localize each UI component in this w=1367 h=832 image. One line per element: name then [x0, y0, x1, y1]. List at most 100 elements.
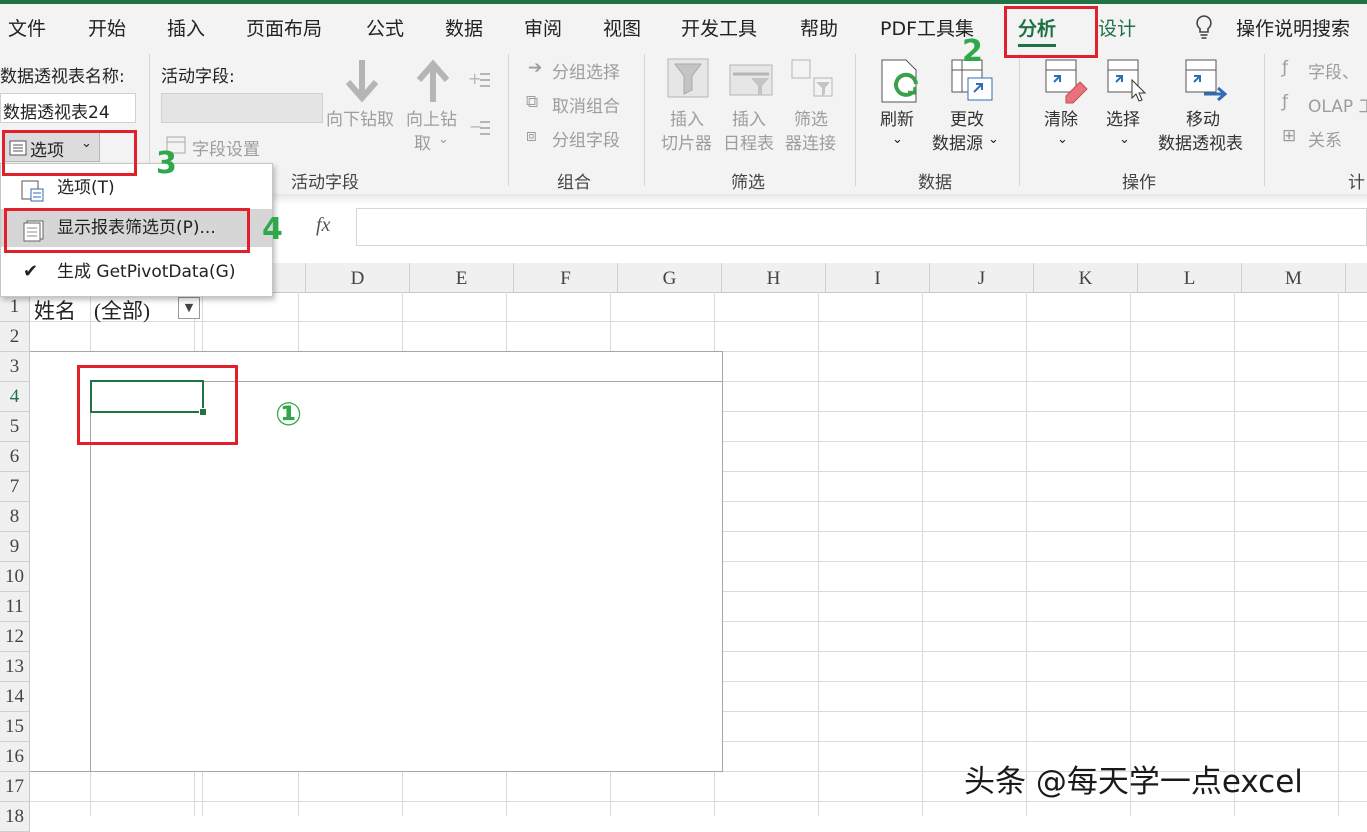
refresh-button[interactable]: 刷新 — [880, 108, 914, 132]
row-header[interactable]: 10 — [0, 562, 30, 592]
drill-up-button[interactable]: 向上钻 — [406, 108, 457, 132]
change-source-line2: 数据源 — [932, 134, 983, 154]
expand-field-icon[interactable]: + — [468, 69, 492, 96]
column-header-m[interactable]: M — [1242, 263, 1346, 292]
insert-slicer-line2: 切片器 — [661, 134, 712, 154]
field-settings-button[interactable]: 字段设置 — [192, 135, 260, 160]
relationships-button[interactable]: 关系 — [1308, 126, 1342, 151]
pivot-name-input[interactable]: 数据透视表24 — [0, 93, 136, 123]
group-divider — [508, 54, 509, 186]
row-header[interactable]: 13 — [0, 652, 30, 682]
move-pivot-button[interactable]: 移动 — [1186, 108, 1220, 132]
tell-me-search[interactable]: 操作说明搜索 — [1236, 14, 1350, 41]
fx-icon[interactable]: fx — [316, 214, 330, 237]
move-pivot-line2: 数据透视表 — [1158, 134, 1243, 154]
formula-input[interactable] — [356, 208, 1367, 246]
column-header-d[interactable]: D — [306, 263, 410, 292]
group-divider — [855, 54, 856, 186]
row-header[interactable]: 15 — [0, 712, 30, 742]
olap-icon: ƒ — [1282, 92, 1288, 112]
tab-data[interactable]: 数据 — [445, 14, 483, 41]
collapse-field-icon[interactable]: − — [468, 117, 492, 144]
column-header-h[interactable]: H — [722, 263, 826, 292]
row-header[interactable]: 18 — [0, 802, 30, 832]
actions-group-label: 操作 — [1122, 173, 1156, 193]
active-field-input[interactable] — [161, 93, 323, 123]
tab-home[interactable]: 开始 — [88, 14, 126, 41]
menu-item-generate-getpivotdata[interactable]: ✔ 生成 GetPivotData(G) — [1, 253, 272, 291]
tab-design[interactable]: 设计 — [1098, 14, 1136, 41]
filter-connections-button[interactable]: 筛选 — [794, 108, 828, 132]
column-header-f[interactable]: F — [514, 263, 618, 292]
row-header[interactable]: 12 — [0, 622, 30, 652]
annotation-box-report-filter-pages — [4, 208, 250, 253]
pivot-name-value: 数据透视表24 — [3, 103, 110, 123]
data-group-label: 数据 — [918, 173, 952, 193]
chevron-down-icon: ⌄ — [988, 132, 999, 147]
tab-page-layout[interactable]: 页面布局 — [246, 14, 322, 41]
tab-pdf-tools[interactable]: PDF工具集 — [880, 14, 974, 41]
tab-view[interactable]: 视图 — [603, 14, 641, 41]
insert-slicer-button[interactable]: 插入 — [670, 108, 704, 132]
move-pivot-icon — [1184, 58, 1230, 108]
row-header[interactable]: 7 — [0, 472, 30, 502]
drill-down-icon — [343, 58, 381, 108]
chevron-down-icon: ⌄ — [1119, 132, 1130, 147]
group-selection-button[interactable]: 分组选择 — [552, 58, 620, 83]
tab-formulas[interactable]: 公式 — [366, 14, 404, 41]
row-header[interactable]: 11 — [0, 592, 30, 622]
row-header[interactable]: 16 — [0, 742, 30, 772]
fields-items-button[interactable]: 字段、 — [1308, 58, 1359, 83]
filter-group-label: 筛选 — [731, 173, 765, 193]
annotation-number-3: 3 — [156, 146, 177, 181]
active-field-group-label: 活动字段 — [291, 173, 359, 193]
pivot-name-label: 数据透视表名称: — [0, 67, 125, 87]
annotation-box-cell — [77, 365, 238, 445]
row-header[interactable]: 3 — [0, 352, 30, 382]
chevron-down-icon: ⌄ — [1057, 132, 1068, 147]
column-header-g[interactable]: G — [618, 263, 722, 292]
olap-tools-button[interactable]: OLAP 工 — [1308, 92, 1367, 117]
tab-insert[interactable]: 插入 — [167, 14, 205, 41]
filter-dropdown-button[interactable]: ▼ — [178, 297, 200, 319]
column-header-l[interactable]: L — [1138, 263, 1242, 292]
annotation-box-options-button — [2, 130, 137, 176]
filter-connections-line2: 器连接 — [785, 134, 836, 154]
column-header-j[interactable]: J — [930, 263, 1034, 292]
menu-item-generate-getpivotdata-label: 生成 GetPivotData(G) — [57, 262, 236, 282]
relationships-icon: ⊞ — [1282, 126, 1297, 146]
active-field-label: 活动字段: — [161, 67, 235, 87]
column-header-i[interactable]: I — [826, 263, 930, 292]
row-header[interactable]: 2 — [0, 322, 30, 352]
column-header-e[interactable]: E — [410, 263, 514, 292]
drill-down-button[interactable]: 向下钻取 — [326, 108, 394, 132]
annotation-box-analyze-tab — [1004, 6, 1098, 58]
tab-help[interactable]: 帮助 — [800, 14, 838, 41]
filter-field-value: (全部) — [94, 299, 150, 323]
drill-up-button-line2: 取 — [414, 134, 431, 154]
annotation-number-4: 4 — [262, 212, 283, 247]
clear-button[interactable]: 清除 — [1044, 108, 1078, 132]
row-header[interactable]: 5 — [0, 412, 30, 442]
insert-timeline-button[interactable]: 插入 — [732, 108, 766, 132]
row-header[interactable]: 9 — [0, 532, 30, 562]
row-header[interactable]: 14 — [0, 682, 30, 712]
select-button[interactable]: 选择 — [1106, 108, 1140, 132]
group-field-icon: ⧈ — [526, 126, 537, 146]
ribbon-tab-bar: 文件 开始 插入 页面布局 公式 数据 审阅 视图 开发工具 帮助 PDF工具集… — [0, 4, 1367, 50]
group-divider — [644, 54, 645, 186]
group-field-button[interactable]: 分组字段 — [552, 126, 620, 151]
column-header-k[interactable]: K — [1034, 263, 1138, 292]
chevron-down-icon: ⌄ — [438, 132, 449, 147]
row-header-active[interactable]: 4 — [0, 382, 30, 412]
drill-up-icon — [414, 58, 452, 108]
tab-developer[interactable]: 开发工具 — [681, 14, 757, 41]
tab-review[interactable]: 审阅 — [524, 14, 562, 41]
change-source-button[interactable]: 更改 — [950, 108, 984, 132]
row-header[interactable]: 6 — [0, 442, 30, 472]
row-header[interactable]: 8 — [0, 502, 30, 532]
tab-file[interactable]: 文件 — [8, 14, 46, 41]
filter-field-name: 姓名 — [34, 299, 76, 323]
row-header[interactable]: 17 — [0, 772, 30, 802]
ungroup-button[interactable]: 取消组合 — [552, 92, 620, 117]
